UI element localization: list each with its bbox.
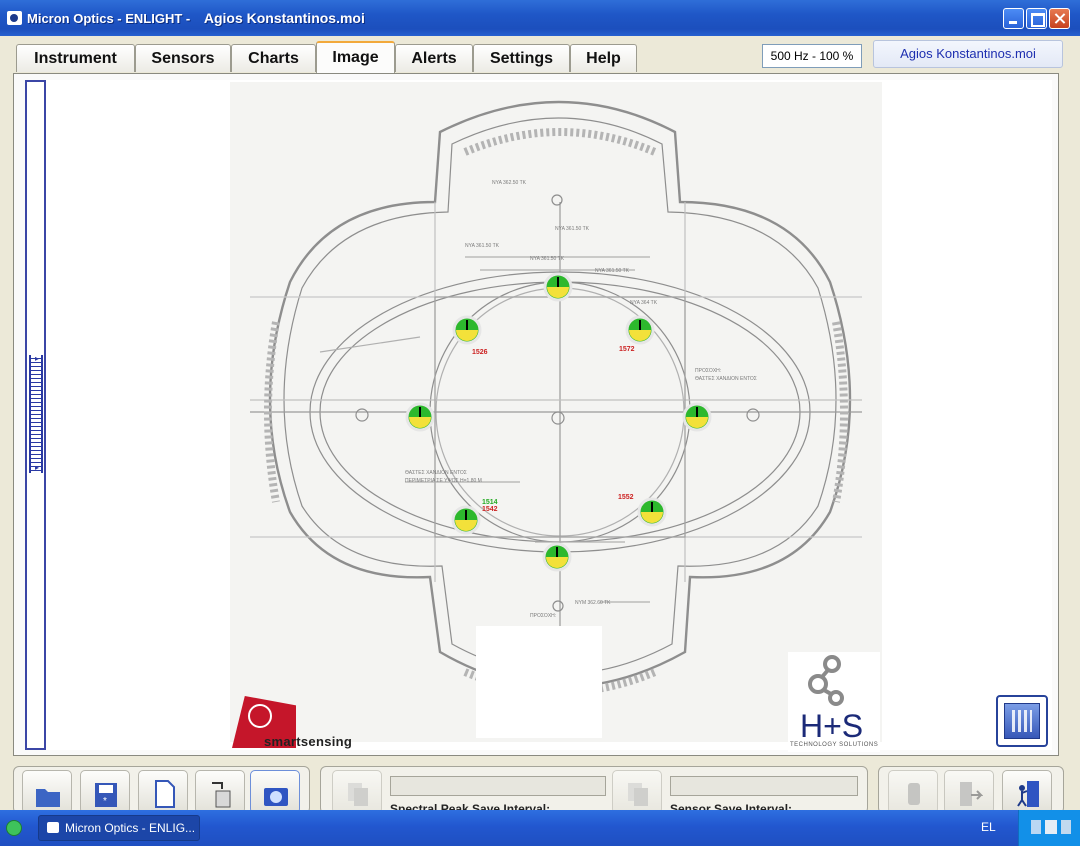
svg-text:ΠΡΟΣΟΧΗ:: ΠΡΟΣΟΧΗ: <box>530 613 556 619</box>
tab-strip: Instrument Sensors Charts Image Alerts S… <box>0 36 1080 74</box>
new-document-button[interactable] <box>138 770 188 814</box>
hs-logo-name: H+S <box>800 708 864 744</box>
sensor-label: 1572 <box>619 346 635 353</box>
sensor-save-button[interactable] <box>612 770 662 814</box>
smartsensing-logo: smartsensing <box>232 696 352 749</box>
hs-technology-logo: H+S TECHNOLOGY SOLUTIONS <box>788 652 880 752</box>
tab-sensors[interactable]: Sensors <box>135 44 231 72</box>
exit-button[interactable] <box>1002 770 1052 814</box>
bottom-toolbar: * Spectral Peak Save Interval: Sensor Sa… <box>0 758 1080 816</box>
tab-charts[interactable]: Charts <box>231 44 316 72</box>
camera-icon <box>264 788 288 806</box>
building-icon <box>1004 703 1040 739</box>
save-button[interactable]: * <box>80 770 130 814</box>
taskbar-item-micron-optics[interactable]: Micron Optics - ENLIG... <box>38 815 200 841</box>
svg-text:ΘΑΣΤΕΣ ΧΑΝΔΙΟΝ ΕΝΤΟΣ: ΘΑΣΤΕΣ ΧΑΝΔΙΟΝ ΕΝΤΟΣ <box>405 470 467 476</box>
application-window: Micron Optics - ENLIGHT - Agios Konstant… <box>0 0 1080 846</box>
svg-text:ΘΑΣΤΕΣ ΧΑΝΔΙΟΝ ΕΝΤΟΣ: ΘΑΣΤΕΣ ΧΑΝΔΙΟΝ ΕΝΤΟΣ <box>695 376 757 382</box>
stop-button[interactable] <box>888 770 938 814</box>
svg-text:NYA 361.50 TK: NYA 361.50 TK <box>530 256 565 262</box>
svg-text:ΠΕΡΙΜΕΤΡΙΑ ΣΕ ΥΨΟΣ H=1.80 M: ΠΕΡΙΜΕΤΡΙΑ ΣΕ ΥΨΟΣ H=1.80 M <box>405 478 482 484</box>
close-button[interactable] <box>1049 8 1070 29</box>
file-name-display: Agios Konstantinos.moi <box>873 40 1063 68</box>
sensor-label: 1526 <box>472 349 488 356</box>
svg-text:NYA 364 TK: NYA 364 TK <box>630 300 658 306</box>
export-icon <box>212 782 231 808</box>
smartsensing-logo-text: smartsensing <box>264 734 353 749</box>
minimize-button[interactable] <box>1003 8 1024 29</box>
svg-text:NYA 361.50 TK: NYA 361.50 TK <box>555 226 590 232</box>
sensor-label: 1514 <box>482 499 498 506</box>
open-folder-button[interactable] <box>22 770 72 814</box>
system-tray <box>1018 810 1080 846</box>
snapshot-button[interactable] <box>250 770 300 814</box>
folder-icon <box>36 789 60 807</box>
expand-arrow-icon: ▸ <box>35 354 40 363</box>
hs-molecule-icon <box>808 655 844 706</box>
document-icon <box>155 780 175 808</box>
tab-settings[interactable]: Settings <box>473 44 570 72</box>
expand-arrow-icon: ▸ <box>35 463 40 472</box>
sensor-label: 1552 <box>618 494 634 501</box>
svg-text:ΠΡΟΣΟΧΗ:: ΠΡΟΣΟΧΗ: <box>695 368 721 374</box>
windows-taskbar: Micron Optics - ENLIG... EL <box>0 810 1080 846</box>
tab-instrument[interactable]: Instrument <box>16 44 135 72</box>
exit-door-icon <box>1017 781 1039 807</box>
tab-image[interactable]: Image <box>316 41 395 74</box>
app-title: Micron Optics - ENLIGHT - <box>27 11 191 26</box>
copy-icon <box>348 783 368 806</box>
tab-help[interactable]: Help <box>570 44 637 72</box>
sensor-label: 1542 <box>482 506 498 513</box>
copy-icon <box>628 783 648 806</box>
hs-logo-subtitle: TECHNOLOGY SOLUTIONS <box>790 742 879 748</box>
maximize-button[interactable] <box>1026 8 1047 29</box>
document-title: Agios Konstantinos.moi <box>203 10 365 26</box>
save-icon: * <box>95 783 117 807</box>
svg-text:NYA 362.50 TK: NYA 362.50 TK <box>492 180 527 186</box>
export-button[interactable] <box>195 770 245 814</box>
cylinder-icon <box>908 783 920 805</box>
title-bar[interactable]: Micron Optics - ENLIGHT - Agios Konstant… <box>0 0 1080 36</box>
spectral-save-button[interactable] <box>332 770 382 814</box>
sample-rate-display: 500 Hz - 100 % <box>762 44 862 68</box>
window-title: Micron Optics - ENLIGHT - Agios Konstant… <box>27 10 375 26</box>
svg-text:NYA 361.50 TK: NYA 361.50 TK <box>465 243 500 249</box>
svg-text:NYA 361.50 TK: NYA 361.50 TK <box>595 268 630 274</box>
language-indicator[interactable]: EL <box>981 820 996 834</box>
spectral-interval-field[interactable] <box>390 776 606 796</box>
sensor-interval-field[interactable] <box>670 776 858 796</box>
app-icon <box>7 11 22 25</box>
tab-alerts[interactable]: Alerts <box>395 44 473 72</box>
side-panel-splitter[interactable]: ▸ ▸ <box>29 354 43 473</box>
disconnect-button[interactable] <box>944 770 994 814</box>
image-blank-area <box>476 626 602 738</box>
svg-text:*: * <box>103 796 107 807</box>
door-arrow-icon <box>960 782 983 806</box>
start-button[interactable] <box>6 820 22 836</box>
svg-text:NYM 362.60 TK: NYM 362.60 TK <box>575 600 611 606</box>
building-view-button[interactable] <box>996 695 1048 747</box>
